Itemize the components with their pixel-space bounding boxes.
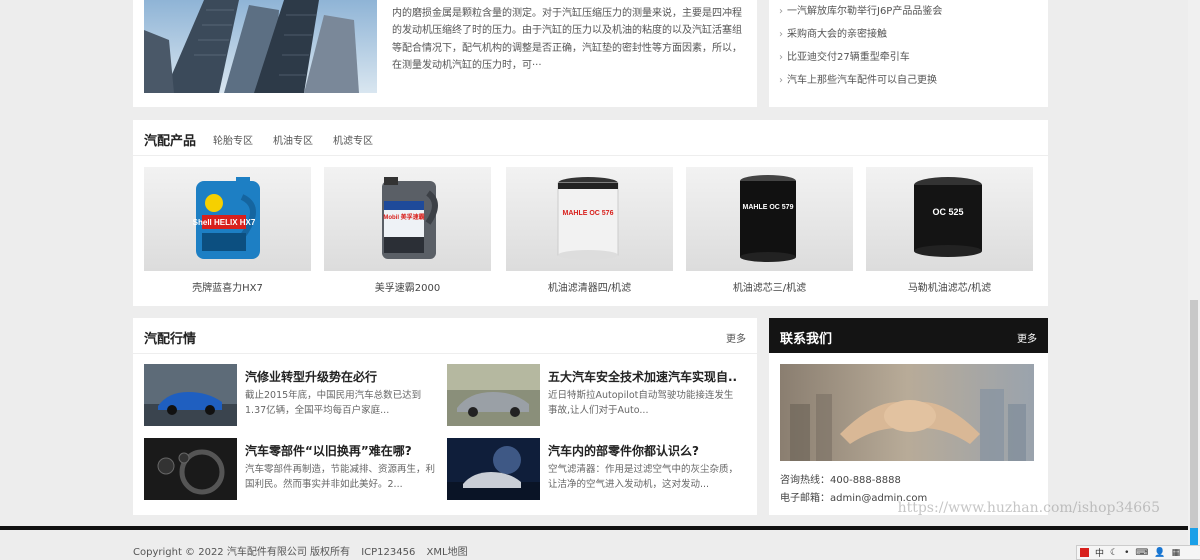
product-label: MAHLE OC 576 [563, 210, 614, 217]
news-desc: 汽车零部件再制造，节能减排、资源再生，利国利民。然而事实并非如此美好。2... [245, 464, 436, 490]
grid-icon[interactable]: ▦ [1172, 548, 1181, 558]
list-item[interactable]: › 汽车上那些汽车配件可以自己更换 [779, 73, 942, 96]
section-title: 汽配行情 [144, 332, 197, 347]
product-name[interactable]: 美孚速霸2000 [324, 279, 491, 294]
ime-logo-icon[interactable] [1080, 548, 1089, 557]
news-thumbnail[interactable] [447, 438, 540, 500]
news-desc: 近日特斯拉Autopilot自动驾驶功能接连发生事故,让人们对于Auto... [548, 390, 734, 416]
product-label: MAHLE OC 579 [743, 204, 794, 211]
news-desc: 空气滤清器：作用是过滤空气中的灰尘杂质，让洁净的空气进入发动机，这对发动... [548, 464, 739, 490]
keyboard-icon[interactable]: ⌨ [1135, 548, 1148, 558]
product-label: Shell HELIX HX7 [193, 218, 256, 227]
product-name[interactable]: 壳牌蓝喜力HX7 [144, 279, 311, 294]
bullet-icon: › [779, 75, 783, 86]
list-item[interactable]: › 比亚迪交付27辆重型牵引车 [779, 50, 942, 73]
news-thumbnail[interactable] [144, 364, 237, 426]
footer: Copyright © 2022 汽车配件有限公司 版权所有 ICP123456… [133, 543, 476, 558]
page-scrollbar[interactable] [1188, 0, 1200, 550]
contact-section: 联系我们 更多 咨询热线：400-888-8888 电子邮箱：admin@adm… [769, 318, 1048, 515]
dot-icon[interactable]: • [1124, 548, 1129, 558]
tab-oil-filter[interactable]: 机滤专区 [333, 132, 373, 147]
market-news-section: 汽配行情 更多 汽修业转型升级势在必行 截止2015年底，中国民用汽车总数已达到… [133, 318, 757, 515]
news-thumbnail[interactable] [447, 364, 540, 426]
news-title[interactable]: 汽修业转型升级势在必行 [245, 368, 435, 385]
featured-article: …造成发动机，近一步会导致汽缸内部磨损变大，缩短发动机使用寿命，曲轴箱内的磨损金… [133, 0, 757, 107]
footer-divider [0, 526, 1200, 530]
section-title: 联系我们 [780, 332, 833, 347]
footer-sitemap-link[interactable]: XML地图 [427, 547, 468, 558]
contact-hotline: 咨询热线：400-888-8888 [780, 475, 901, 486]
product-tabs: 轮胎专区 机油专区 机滤专区 [213, 132, 373, 147]
product-label: Mobil 美孚速霸 [383, 213, 424, 221]
news-desc: 截止2015年底，中国民用汽车总数已达到1.37亿辆，全国平均每百户家庭... [245, 390, 422, 416]
product-name[interactable]: 机油滤芯三/机滤 [686, 279, 853, 294]
more-link[interactable]: 更多 [726, 330, 746, 345]
featured-article-excerpt: …造成发动机，近一步会导致汽缸内部磨损变大，缩短发动机使用寿命，曲轴箱内的磨损金… [392, 0, 742, 71]
products-section: 汽配产品 轮胎专区 机油专区 机滤专区 Shell HELIX HX7 壳牌蓝喜… [133, 120, 1048, 306]
product-label: OC 525 [932, 207, 963, 217]
news-title[interactable]: 汽车零部件“以旧换再”难在哪? [245, 442, 435, 459]
list-item[interactable]: › 采购商大会的亲密接触 [779, 27, 942, 50]
news-item[interactable]: 汽车内的部零件你都认识么? 空气滤清器：作用是过滤空气中的灰尘杂质，让洁净的空气… [447, 438, 747, 502]
bullet-icon: › [779, 52, 783, 63]
section-title: 汽配产品 [144, 134, 197, 149]
product-image[interactable]: Shell HELIX HX7 [144, 167, 311, 271]
products-header: 汽配产品 轮胎专区 机油专区 机滤专区 [133, 120, 1048, 156]
scrollbar-thumb[interactable] [1190, 300, 1198, 540]
product-name[interactable]: 机油滤清器四/机滤 [506, 279, 673, 294]
tab-engine-oil[interactable]: 机油专区 [273, 132, 313, 147]
product-card[interactable]: MAHLE OC 576 机油滤清器四/机滤 [506, 167, 673, 294]
product-card[interactable]: MAHLE OC 579 机油滤芯三/机滤 [686, 167, 853, 294]
footer-copyright: Copyright © 2022 汽车配件有限公司 版权所有 [133, 547, 351, 558]
product-image[interactable]: OC 525 [866, 167, 1033, 271]
featured-article-image[interactable] [144, 0, 377, 93]
market-header: 汽配行情 更多 [133, 318, 757, 354]
bullet-icon: › [779, 6, 783, 17]
news-item[interactable]: 五大汽车安全技术加速汽车实现自... 近日特斯拉Autopilot自动驾驶功能接… [447, 364, 747, 428]
list-item[interactable]: › 一汽解放库尔勒举行J6P产品品鉴会 [779, 4, 942, 27]
ime-language[interactable]: 中 [1095, 546, 1104, 559]
tab-tires[interactable]: 轮胎专区 [213, 132, 253, 147]
watermark: https://www.huzhan.com/ishop34665 [897, 500, 1160, 516]
news-item[interactable]: 汽修业转型升级势在必行 截止2015年底，中国民用汽车总数已达到1.37亿辆，全… [144, 364, 444, 428]
news-item[interactable]: 汽车零部件“以旧换再”难在哪? 汽车零部件再制造，节能减排、资源再生，利国利民。… [144, 438, 444, 502]
product-card[interactable]: OC 525 马勒机油滤芯/机滤 [866, 167, 1033, 294]
more-link[interactable]: 更多 [1017, 330, 1037, 345]
product-card[interactable]: Mobil 美孚速霸 美孚速霸2000 [324, 167, 491, 294]
footer-icp-link[interactable]: ICP123456 [361, 547, 415, 558]
product-image[interactable]: Mobil 美孚速霸 [324, 167, 491, 271]
contact-header: 联系我们 更多 [769, 318, 1048, 353]
moon-icon[interactable]: ☾ [1110, 548, 1118, 558]
handshake-image [780, 364, 1034, 461]
bullet-icon: › [779, 29, 783, 40]
top-news-list: › 一汽解放库尔勒举行J6P产品品鉴会 › 采购商大会的亲密接触 › 比亚迪交付27辆… [769, 0, 1048, 107]
product-image[interactable]: MAHLE OC 579 [686, 167, 853, 271]
product-card[interactable]: Shell HELIX HX7 壳牌蓝喜力HX7 [144, 167, 311, 294]
product-image[interactable]: MAHLE OC 576 [506, 167, 673, 271]
user-icon[interactable]: 👤 [1154, 548, 1165, 558]
news-thumbnail[interactable] [144, 438, 237, 500]
product-name[interactable]: 马勒机油滤芯/机滤 [866, 279, 1033, 294]
news-title[interactable]: 汽车内的部零件你都认识么? [548, 442, 738, 459]
news-title[interactable]: 五大汽车安全技术加速汽车实现自... [548, 368, 738, 385]
